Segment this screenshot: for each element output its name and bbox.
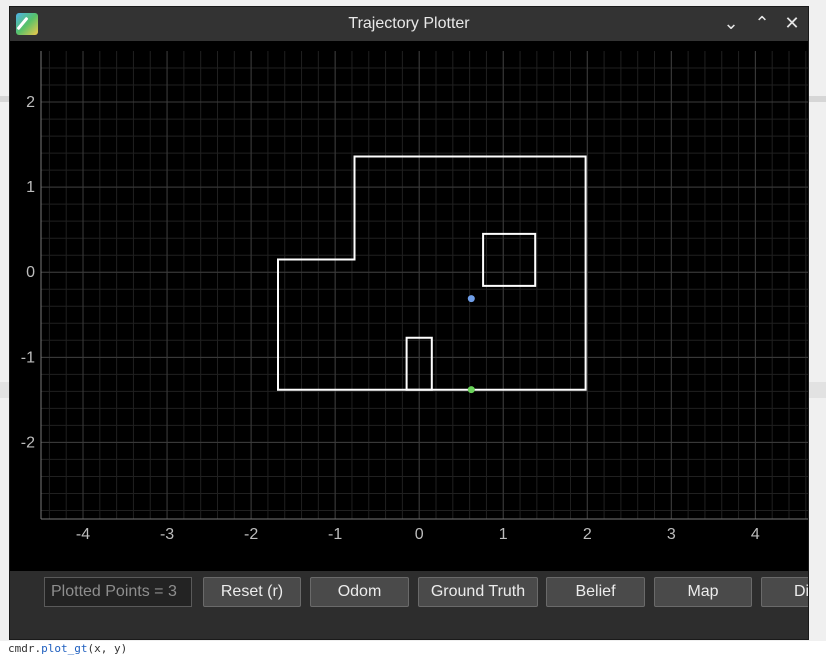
x-tick-label: -1 (328, 526, 342, 543)
x-tick-label: 3 (667, 526, 676, 543)
close-icon[interactable]: ✕ (779, 11, 805, 37)
y-tick-label: -1 (21, 349, 35, 366)
plotted-point (467, 386, 475, 394)
x-tick-label: 4 (751, 526, 760, 543)
code-prefix: cmdr. (8, 642, 42, 655)
odom-button[interactable]: Odom (310, 577, 409, 607)
display-button[interactable]: Di (761, 577, 808, 607)
y-tick-label: 1 (26, 179, 35, 196)
control-bar: Plotted Points = 3 Reset (r) Odom Ground… (10, 571, 808, 639)
maximize-icon[interactable]: ⌃ (749, 11, 775, 37)
belief-button[interactable]: Belief (546, 577, 645, 607)
x-tick-label: 2 (583, 526, 592, 543)
x-tick-label: -2 (244, 526, 258, 543)
map-obstacle (482, 232, 537, 287)
map-button[interactable]: Map (654, 577, 752, 607)
x-tick-label: -3 (160, 526, 174, 543)
trajectory-plot[interactable]: -4 -3 -2 -1 0 1 2 3 4 -2 -1 0 1 2 (10, 41, 809, 571)
y-tick-label: -2 (21, 434, 35, 451)
trajectory-plotter-window: Trajectory Plotter ⌄ ⌃ ✕ -4 -3 -2 -1 0 1 2 3 4 -2… (9, 6, 809, 640)
plot-area[interactable]: -4 -3 -2 -1 0 1 2 3 4 -2 -1 0 1 2 (10, 41, 809, 571)
title-bar[interactable]: Trajectory Plotter ⌄ ⌃ ✕ (10, 7, 808, 41)
minimize-icon[interactable]: ⌄ (718, 11, 744, 37)
x-tick-label: 0 (415, 526, 424, 543)
reset-button[interactable]: Reset (r) (203, 577, 301, 607)
code-function: plot_gt (41, 642, 88, 655)
y-tick-label: 0 (26, 264, 35, 281)
ground-truth-button[interactable]: Ground Truth (418, 577, 538, 607)
x-tick-label: -4 (76, 526, 90, 543)
x-tick-label: 1 (499, 526, 508, 543)
y-tick-label: 2 (26, 94, 35, 111)
window-title: Trajectory Plotter (348, 15, 470, 32)
plotted-point (467, 295, 475, 303)
code-suffix: (x, y) (87, 642, 128, 655)
plotted-points-field: Plotted Points = 3 (44, 577, 192, 607)
background-code-line: cmdr.plot_gt(x, y) (0, 641, 826, 656)
